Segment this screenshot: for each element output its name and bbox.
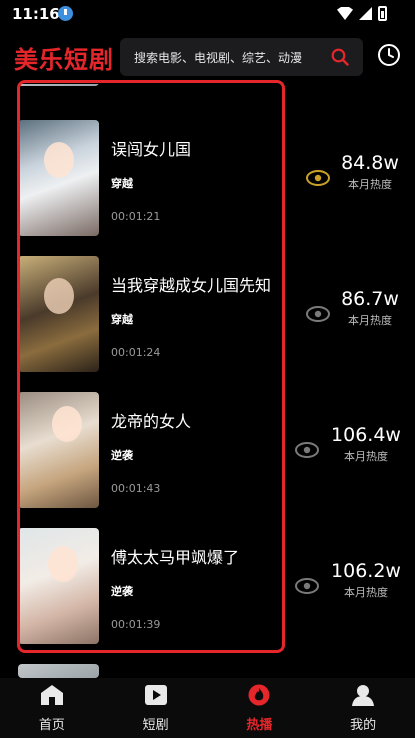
tab-label: 热播 bbox=[246, 718, 273, 733]
drama-list: 误闯女儿国 穿越 00:01:21 84.8w 本月热度 当我穿越成女儿国先知 … bbox=[0, 84, 415, 678]
duration: 00:01:21 bbox=[111, 210, 161, 223]
status-icons bbox=[337, 6, 387, 21]
history-icon[interactable] bbox=[377, 43, 401, 67]
tab-drama[interactable]: 短剧 bbox=[104, 678, 208, 738]
heat-stat: 106.4w 本月热度 bbox=[324, 424, 408, 464]
heat-label: 本月热度 bbox=[348, 314, 392, 327]
search-placeholder: 搜索电影、电视剧、综艺、动漫 bbox=[134, 51, 303, 65]
cellular-icon bbox=[359, 7, 372, 20]
list-item-partial-bottom bbox=[0, 664, 415, 678]
list-item-partial-top bbox=[0, 84, 415, 86]
eye-icon bbox=[306, 170, 330, 186]
heat-value: 84.8w bbox=[341, 152, 399, 174]
battery-icon bbox=[378, 6, 387, 21]
drama-title: 误闯女儿国 bbox=[111, 140, 192, 159]
thumbnail bbox=[18, 664, 99, 678]
list-item[interactable]: 误闯女儿国 穿越 00:01:21 84.8w 本月热度 bbox=[0, 120, 415, 238]
eye-icon bbox=[306, 306, 330, 322]
user-icon bbox=[352, 685, 375, 706]
heat-stat: 84.8w 本月热度 bbox=[331, 152, 409, 192]
thumbnail[interactable] bbox=[18, 528, 99, 644]
heat-stat: 86.7w 本月热度 bbox=[331, 288, 409, 328]
app-logo: 美乐短剧 bbox=[14, 46, 114, 74]
heat-value: 106.4w bbox=[331, 424, 401, 446]
thumbnail[interactable] bbox=[18, 392, 99, 508]
duration: 00:01:43 bbox=[111, 482, 161, 495]
thumbnail[interactable] bbox=[18, 256, 99, 372]
wifi-icon bbox=[337, 7, 353, 20]
search-input[interactable]: 搜索电影、电视剧、综艺、动漫 bbox=[120, 38, 363, 76]
search-icon[interactable] bbox=[331, 48, 349, 66]
eye-icon bbox=[295, 442, 319, 458]
list-item[interactable]: 龙帝的女人 逆袭 00:01:43 106.4w 本月热度 bbox=[0, 392, 415, 510]
genre-tag: 逆袭 bbox=[111, 585, 133, 598]
thumbnail bbox=[18, 84, 99, 86]
heat-label: 本月热度 bbox=[344, 586, 388, 599]
download-icon bbox=[58, 6, 73, 21]
play-icon bbox=[144, 685, 167, 705]
drama-title: 当我穿越成女儿国先知 bbox=[111, 276, 272, 295]
genre-tag: 穿越 bbox=[111, 313, 133, 326]
genre-tag: 逆袭 bbox=[111, 449, 133, 462]
tab-home[interactable]: 首页 bbox=[0, 678, 104, 738]
drama-title: 龙帝的女人 bbox=[111, 412, 192, 431]
home-icon bbox=[40, 685, 63, 705]
list-item[interactable]: 傅太太马甲飒爆了 逆袭 00:01:39 106.2w 本月热度 bbox=[0, 528, 415, 646]
tab-label: 首页 bbox=[38, 718, 65, 733]
heat-label: 本月热度 bbox=[344, 450, 388, 463]
duration: 00:01:24 bbox=[111, 346, 161, 359]
fire-icon bbox=[248, 684, 270, 706]
list-item[interactable]: 当我穿越成女儿国先知 穿越 00:01:24 86.7w 本月热度 bbox=[0, 256, 415, 374]
duration: 00:01:39 bbox=[111, 618, 161, 631]
heat-label: 本月热度 bbox=[348, 178, 392, 191]
tab-label: 短剧 bbox=[142, 718, 169, 733]
status-bar: 11:16 bbox=[0, 0, 415, 28]
tab-label: 我的 bbox=[350, 718, 377, 733]
heat-value: 86.7w bbox=[341, 288, 399, 310]
thumbnail[interactable] bbox=[18, 120, 99, 236]
tab-mine[interactable]: 我的 bbox=[311, 678, 415, 738]
bottom-tab-bar: 首页 短剧 热播 我的 bbox=[0, 678, 415, 738]
top-header: 美乐短剧 搜索电影、电视剧、综艺、动漫 bbox=[0, 30, 415, 84]
tab-hot[interactable]: 热播 bbox=[208, 678, 312, 738]
genre-tag: 穿越 bbox=[111, 177, 133, 190]
eye-icon bbox=[295, 578, 319, 594]
heat-value: 106.2w bbox=[331, 560, 401, 582]
heat-stat: 106.2w 本月热度 bbox=[324, 560, 408, 600]
drama-title: 傅太太马甲飒爆了 bbox=[111, 548, 240, 567]
status-time: 11:16 bbox=[12, 5, 60, 23]
